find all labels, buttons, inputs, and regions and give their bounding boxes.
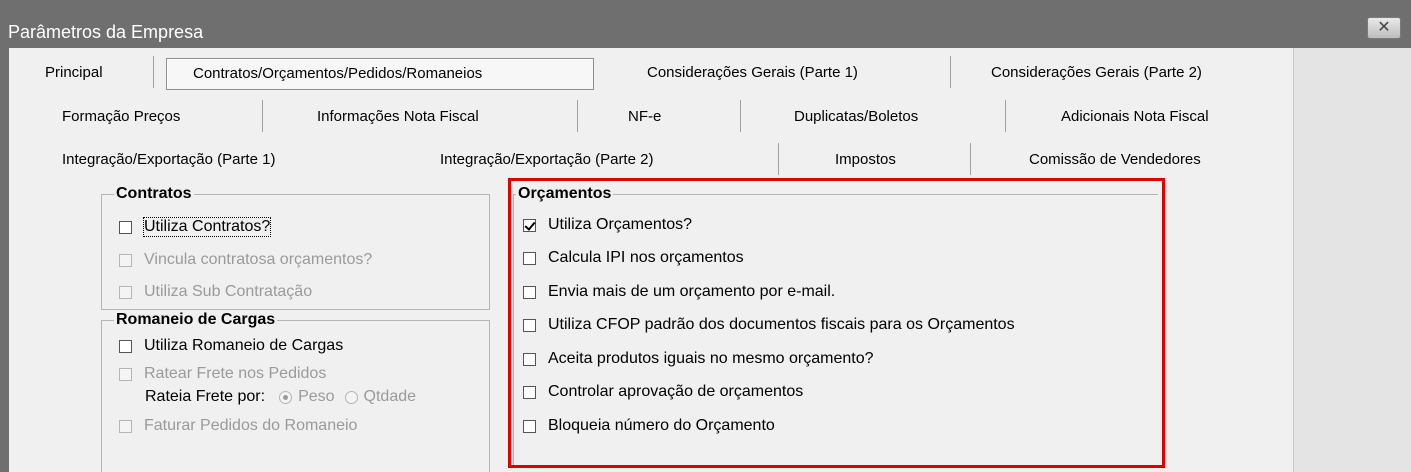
ratear-frete-checkbox[interactable]: Ratear Frete nos Pedidos	[119, 365, 326, 383]
right-panel	[1293, 48, 1411, 472]
rateia-frete-label: Rateia Frete por:	[145, 388, 266, 405]
checkbox-label: Ratear Frete nos Pedidos	[144, 365, 327, 382]
close-button[interactable]: ✕	[1367, 17, 1401, 39]
tab-separator	[970, 143, 971, 175]
tab-formacao-precos[interactable]: Formação Preços	[62, 108, 180, 125]
checkbox-label: Utiliza Romaneio de Cargas	[144, 337, 344, 354]
title-bar: Parâmetros da Empresa ✕	[0, 0, 1411, 48]
checkbox-box[interactable]	[523, 419, 536, 433]
checkbox-box[interactable]	[119, 367, 132, 381]
checkbox-box[interactable]	[523, 251, 536, 265]
utiliza-contratos-checkbox[interactable]: Utiliza Contratos?	[119, 217, 272, 237]
checkbox-box[interactable]	[119, 339, 132, 353]
utiliza-orcamentos-checkbox[interactable]: Utiliza Orçamentos?	[523, 216, 692, 234]
radio-qtdade[interactable]	[344, 390, 358, 404]
utiliza-sub-contratacao-checkbox[interactable]: Utiliza Sub Contratação	[119, 283, 312, 301]
tab-informacoes-nota-fiscal[interactable]: Informações Nota Fiscal	[317, 108, 479, 125]
tab-impostos[interactable]: Impostos	[835, 151, 896, 168]
bloqueia-numero-checkbox[interactable]: Bloqueia número do Orçamento	[523, 417, 775, 435]
checkbox-box[interactable]	[119, 419, 132, 433]
checkbox-label: Faturar Pedidos do Romaneio	[144, 417, 358, 434]
close-icon: ✕	[1377, 19, 1391, 36]
tab-comissao-vendedores[interactable]: Comissão de Vendedores	[1029, 151, 1201, 168]
tab-consideracoes-gerais-1[interactable]: Considerações Gerais (Parte 1)	[647, 64, 858, 81]
checkbox-label: Calcula IPI nos orçamentos	[548, 249, 744, 266]
checkbox-label: Utiliza Contratos?	[142, 217, 272, 237]
faturar-pedidos-checkbox[interactable]: Faturar Pedidos do Romaneio	[119, 417, 357, 435]
tab-separator	[778, 143, 779, 175]
tab-consideracoes-gerais-2[interactable]: Considerações Gerais (Parte 2)	[991, 64, 1202, 81]
checkbox-box[interactable]	[523, 385, 536, 399]
tab-duplicatas-boletos[interactable]: Duplicatas/Boletos	[794, 108, 918, 125]
checkbox-label: Utiliza CFOP padrão dos documentos fisca…	[548, 316, 1015, 333]
tab-separator	[950, 56, 951, 88]
checkbox-box[interactable]	[119, 285, 132, 299]
rateia-frete-row: Rateia Frete por: Peso Qtdade	[145, 388, 416, 406]
window-left-border	[0, 48, 9, 472]
checkbox-label: Vincula contratosa orçamentos?	[144, 251, 373, 268]
calcula-ipi-checkbox[interactable]: Calcula IPI nos orçamentos	[523, 249, 744, 267]
radio-qtdade-label: Qtdade	[363, 388, 417, 405]
vincula-contratos-checkbox[interactable]: Vincula contratosa orçamentos?	[119, 251, 372, 269]
checkbox-box[interactable]	[119, 220, 132, 234]
tab-integracao-exportacao-1[interactable]: Integração/Exportação (Parte 1)	[62, 151, 275, 168]
radio-peso[interactable]	[279, 390, 293, 404]
utiliza-romaneio-checkbox[interactable]: Utiliza Romaneio de Cargas	[119, 337, 343, 355]
tab-separator	[262, 100, 263, 132]
checkbox-box[interactable]	[523, 218, 536, 232]
aceita-produtos-iguais-checkbox[interactable]: Aceita produtos iguais no mesmo orçament…	[523, 350, 874, 368]
checkbox-label: Envia mais de um orçamento por e-mail.	[548, 283, 836, 300]
tab-adicionais-nota-fiscal[interactable]: Adicionais Nota Fiscal	[1061, 108, 1209, 125]
contratos-legend: Contratos	[116, 185, 192, 202]
radio-peso-label: Peso	[298, 388, 335, 405]
checkbox-box[interactable]	[523, 285, 536, 299]
checkbox-box[interactable]	[119, 253, 132, 267]
controlar-aprovacao-checkbox[interactable]: Controlar aprovação de orçamentos	[523, 383, 803, 401]
romaneio-legend: Romaneio de Cargas	[116, 311, 276, 328]
checkbox-label: Utiliza Orçamentos?	[548, 216, 693, 233]
envia-mais-email-checkbox[interactable]: Envia mais de um orçamento por e-mail.	[523, 283, 835, 301]
checkbox-box[interactable]	[523, 352, 536, 366]
tab-separator	[153, 56, 154, 88]
checkbox-label: Controlar aprovação de orçamentos	[548, 383, 804, 400]
tab-contratos-orcamentos-pedidos-romaneios[interactable]: Contratos/Orçamentos/Pedidos/Romaneios	[166, 58, 594, 90]
tab-separator	[577, 100, 578, 132]
checkbox-label: Utiliza Sub Contratação	[144, 283, 313, 300]
tab-principal[interactable]: Principal	[45, 64, 103, 81]
checkbox-label: Aceita produtos iguais no mesmo orçament…	[548, 350, 874, 367]
tab-label: Contratos/Orçamentos/Pedidos/Romaneios	[193, 65, 483, 82]
checkbox-label: Bloqueia número do Orçamento	[548, 417, 775, 434]
tab-nfe[interactable]: NF-e	[628, 108, 661, 125]
window-title: Parâmetros da Empresa	[8, 22, 204, 42]
checkbox-box[interactable]	[523, 318, 536, 332]
utiliza-cfop-padrao-checkbox[interactable]: Utiliza CFOP padrão dos documentos fisca…	[523, 316, 1015, 334]
tab-separator	[1005, 100, 1006, 132]
tab-integracao-exportacao-2[interactable]: Integração/Exportação (Parte 2)	[440, 151, 653, 168]
tab-separator	[740, 100, 741, 132]
